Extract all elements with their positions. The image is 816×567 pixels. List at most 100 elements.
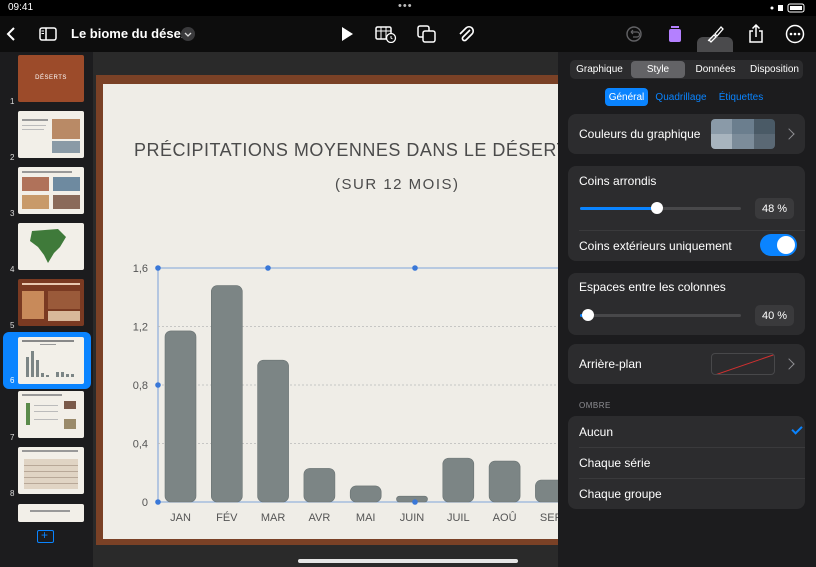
- shadow-option-none[interactable]: Aucun: [568, 416, 805, 447]
- slider-thumb[interactable]: [582, 309, 595, 321]
- x-tick-label: SEP: [540, 512, 558, 524]
- slide-7-preview: [18, 391, 84, 438]
- multitask-dots-icon[interactable]: •••: [398, 0, 413, 12]
- back-icon[interactable]: [0, 16, 22, 52]
- rounded-corners-label: Coins arrondis: [579, 174, 657, 188]
- x-tick-label: MAI: [356, 512, 376, 524]
- slide-canvas: PRÉCIPITATIONS MOYENNES DANS LE DÉSERT (…: [93, 52, 568, 567]
- selection-handle: [265, 265, 271, 271]
- background-row[interactable]: Arrière-plan: [568, 344, 805, 384]
- slide-thumbnail-5[interactable]: 5: [0, 279, 93, 335]
- shadow-option-label: Chaque groupe: [579, 487, 662, 501]
- x-tick-label: AVR: [308, 512, 330, 524]
- slide-frame: PRÉCIPITATIONS MOYENNES DANS LE DÉSERT (…: [96, 75, 568, 545]
- column-gap-label: Espaces entre les colonnes: [579, 280, 726, 294]
- slide-thumbnail-2[interactable]: 2: [0, 111, 93, 167]
- slide-number: 5: [10, 321, 15, 330]
- shadow-option-each-series[interactable]: Chaque série: [568, 447, 805, 478]
- subtab-general[interactable]: Général: [605, 88, 648, 106]
- share-icon[interactable]: [746, 16, 766, 52]
- status-bar: 09:41 •••: [0, 0, 816, 16]
- slide-number: 4: [10, 265, 15, 274]
- play-icon[interactable]: [338, 16, 356, 52]
- slide-thumbnail-1[interactable]: DÉSERTS 1: [0, 55, 93, 111]
- slide-thumbnail-8[interactable]: 8: [0, 447, 93, 503]
- y-tick-label: 0: [142, 497, 148, 509]
- status-time: 09:41: [8, 2, 34, 13]
- outer-corners-toggle[interactable]: [760, 234, 797, 256]
- document-title[interactable]: Le biome du désert: [71, 26, 190, 41]
- slide-navigator: DÉSERTS 1 2 3 4 5 6 7 8 +: [0, 52, 93, 567]
- slide-3-preview: [18, 167, 84, 214]
- slide-number: 7: [10, 433, 15, 442]
- title-chevron-icon[interactable]: [181, 27, 195, 41]
- x-tick-label: MAR: [261, 512, 286, 524]
- chart-bar: [349, 485, 382, 503]
- slide-9-preview: [18, 504, 84, 522]
- corners-card: Coins arrondis 48 % Coins extérieurs uni…: [568, 166, 805, 261]
- tab-arrange[interactable]: Disposition: [746, 60, 803, 79]
- slide-4-preview: [18, 223, 84, 270]
- slide-8-preview: [18, 447, 84, 494]
- shadow-header: OMBRE: [579, 401, 611, 410]
- slide-thumbnail-3[interactable]: 3: [0, 167, 93, 223]
- rounded-corners-value[interactable]: 48 %: [755, 198, 794, 219]
- selection-handle: [412, 499, 418, 505]
- slide-2-preview: [18, 111, 84, 158]
- more-icon[interactable]: [784, 16, 806, 52]
- checkmark-icon: [791, 423, 803, 435]
- sub-tabs: Général Quadrillage Étiquettes: [558, 88, 816, 106]
- rounded-corners-slider[interactable]: [580, 202, 741, 214]
- shadow-option-each-group[interactable]: Chaque groupe: [568, 478, 805, 509]
- undo-icon[interactable]: [624, 16, 644, 52]
- chart-bar: [303, 468, 336, 503]
- attachment-icon[interactable]: [456, 16, 476, 52]
- jar-icon[interactable]: [665, 16, 685, 52]
- selection-handle: [155, 265, 161, 271]
- table-insert-icon[interactable]: [374, 16, 398, 52]
- chevron-right-icon: [783, 358, 795, 370]
- chart-colors-label: Couleurs du graphique: [579, 127, 701, 141]
- subtab-gridlines[interactable]: Quadrillage: [653, 88, 709, 106]
- shadow-card: Aucun Chaque série Chaque groupe: [568, 416, 805, 509]
- x-tick-label: JUIN: [400, 512, 425, 524]
- format-brush-icon[interactable]: [705, 16, 725, 52]
- tab-style[interactable]: Style: [631, 61, 685, 78]
- column-gap-card: Espaces entre les colonnes 40 %: [568, 273, 805, 335]
- x-tick-label: JAN: [170, 512, 191, 524]
- tab-chart[interactable]: Graphique: [570, 60, 629, 79]
- subtab-labels[interactable]: Étiquettes: [715, 88, 767, 106]
- battery-icon: [768, 3, 808, 13]
- slide-thumbnail-4[interactable]: 4: [0, 223, 93, 279]
- chevron-right-icon: [783, 128, 795, 140]
- chart-bar: [164, 330, 197, 503]
- slide-thumbnail-7[interactable]: 7: [0, 391, 93, 447]
- format-panel: Graphique Style Données Disposition Géné…: [558, 52, 816, 567]
- bar-chart[interactable]: 0 0,4 0,8 1,2 1,6 JAN FÉV MAR AVR MAI JUIN JUIL AOÛ S…: [103, 84, 558, 539]
- chart-bar: [442, 457, 475, 503]
- toolbar: Le biome du désert: [0, 16, 816, 63]
- outer-corners-label: Coins extérieurs uniquement: [579, 239, 732, 253]
- add-slide-button[interactable]: [37, 528, 54, 543]
- slide[interactable]: PRÉCIPITATIONS MOYENNES DANS LE DÉSERT (…: [103, 84, 568, 539]
- slider-thumb[interactable]: [651, 202, 664, 214]
- slide-1-preview: DÉSERTS: [18, 55, 84, 102]
- sidebar-icon[interactable]: [38, 16, 58, 52]
- chart-bar: [488, 460, 521, 503]
- chart-colors-row[interactable]: Couleurs du graphique: [568, 114, 805, 154]
- no-fill-swatch: [711, 353, 775, 375]
- background-label: Arrière-plan: [579, 357, 642, 371]
- x-tick-label: JUIL: [447, 512, 470, 524]
- slide-number: 3: [10, 209, 15, 218]
- column-gap-slider[interactable]: [580, 309, 741, 321]
- chart-bar: [211, 285, 243, 503]
- chart-bar: [396, 495, 428, 503]
- shapes-icon[interactable]: [416, 16, 438, 52]
- x-tick-label: AOÛ: [493, 511, 517, 524]
- shadow-option-label: Chaque série: [579, 456, 651, 470]
- slide-thumbnail-6[interactable]: 6: [3, 332, 91, 389]
- tab-data[interactable]: Données: [687, 60, 744, 79]
- selection-handle: [155, 382, 161, 388]
- slide-number: 2: [10, 153, 15, 162]
- column-gap-value[interactable]: 40 %: [755, 305, 794, 326]
